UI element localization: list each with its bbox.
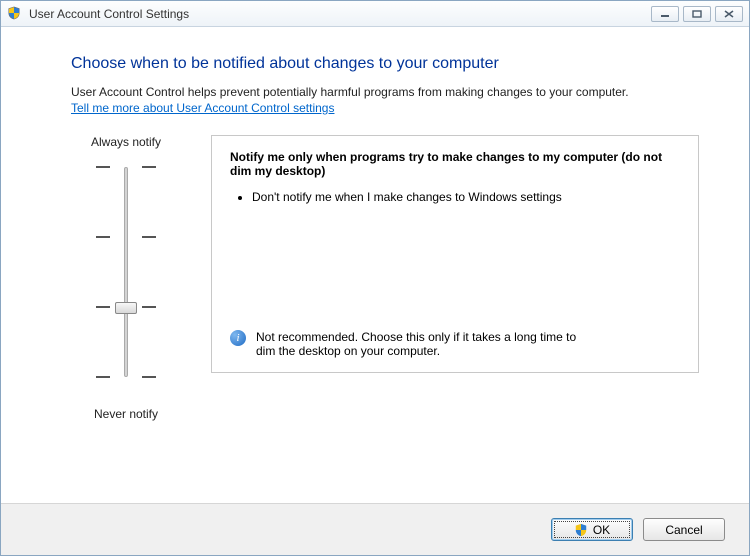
page-heading: Choose when to be notified about changes… [71,55,699,73]
description-panel: Notify me only when programs try to make… [211,135,699,373]
slider-thumb[interactable] [115,302,137,314]
shield-icon [574,523,588,537]
body-row: Always notify Never notify Notify me onl… [71,135,699,421]
info-icon: i [230,330,246,346]
slider-top-label: Always notify [91,135,161,149]
slider-bottom-label: Never notify [94,407,158,421]
maximize-button[interactable] [683,6,711,22]
panel-footnote: Not recommended. Choose this only if it … [256,330,590,358]
panel-title: Notify me only when programs try to make… [230,150,680,178]
close-button[interactable] [715,6,743,22]
minimize-button[interactable] [651,6,679,22]
panel-bullets: Don't notify me when I make changes to W… [252,190,680,330]
cancel-button[interactable]: Cancel [643,518,725,541]
cancel-button-label: Cancel [665,523,702,537]
shield-icon [7,6,23,22]
slider-track [124,167,128,377]
notification-level-slider[interactable] [96,157,156,387]
ok-button-label: OK [593,523,610,537]
content-area: Choose when to be notified about changes… [1,27,749,503]
titlebar: User Account Control Settings [1,1,749,27]
help-link[interactable]: Tell me more about User Account Control … [71,101,334,115]
panel-footer: i Not recommended. Choose this only if i… [230,330,590,358]
intro-text: User Account Control helps prevent poten… [71,85,699,99]
ok-button[interactable]: OK [551,518,633,541]
window-title: User Account Control Settings [29,7,651,21]
panel-bullet: Don't notify me when I make changes to W… [252,190,572,204]
slider-column: Always notify Never notify [71,135,181,421]
button-bar: OK Cancel [1,503,749,555]
uac-settings-window: User Account Control Settings Choose whe… [0,0,750,556]
window-controls [651,6,743,22]
